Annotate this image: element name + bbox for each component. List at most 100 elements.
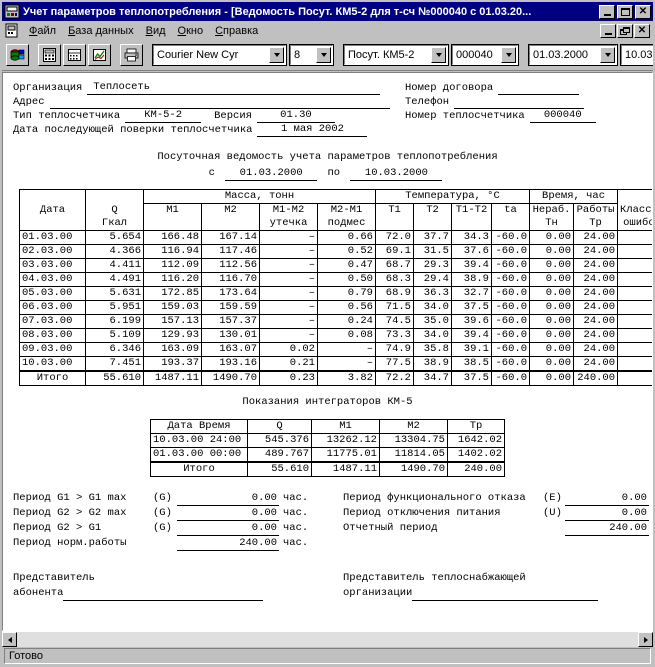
cell-date: 04.03.00 <box>19 272 86 287</box>
organization-value[interactable]: Теплосеть <box>87 81 381 95</box>
close-button[interactable]: ✕ <box>635 4 651 19</box>
cell-date: 07.03.00 <box>19 314 86 329</box>
col-head-t2: Т2 <box>413 203 452 217</box>
print-icon[interactable] <box>120 44 143 66</box>
contract-value[interactable] <box>498 81 580 95</box>
meter-number-label: Номер теплосчетчика <box>405 110 525 122</box>
date-from-combo[interactable]: 01.03.2000 <box>528 44 618 66</box>
period-label-g2g1: Период G2 > G1 <box>13 522 102 534</box>
header-row-meter-type: Тип теплосчетчика КМ-5-2 Версия 01.30 Но… <box>13 109 642 123</box>
col-group-time: Время, час <box>529 189 619 204</box>
table-row[interactable]: 01.03.00 5.654 166.48 167.14–0.66 72.0 37.7 34… <box>19 230 652 245</box>
cell-m2m1: 0.47 <box>317 258 376 273</box>
horizontal-scrollbar[interactable] <box>2 631 653 647</box>
report-to-label: по <box>327 167 341 179</box>
menu-bar: Файл База данных Вид Окно Справка ✕ <box>2 21 653 40</box>
child-restore-button[interactable] <box>617 23 633 38</box>
database-connect-icon[interactable] <box>6 44 29 66</box>
child-close-button[interactable]: ✕ <box>634 23 650 38</box>
cell-work: 24.00 <box>573 342 619 357</box>
col-head-t1t2: Т1-Т2 <box>451 203 492 217</box>
report-title: Посуточная ведомость учета параметров те… <box>157 151 498 163</box>
period-value-func-failure[interactable]: 0.00 <box>565 492 649 506</box>
cell-idle: 0.00 <box>529 272 575 287</box>
table-row[interactable]: 04.03.00 4.491 116.20 116.70–0.50 68.3 29.4 38… <box>19 272 652 287</box>
meter-number-combo[interactable]: 000040 <box>451 44 519 66</box>
cell-m2: 193.16 <box>201 356 260 372</box>
report-type-combo[interactable]: Посут. КМ5-2 <box>343 44 449 66</box>
cell-m2: 167.14 <box>201 230 260 245</box>
cell-m1: 172.85 <box>143 286 202 301</box>
menu-item-file[interactable]: Файл <box>23 23 62 39</box>
font-size-combo[interactable]: 8 <box>289 44 334 66</box>
menu-item-window[interactable]: Окно <box>172 23 210 39</box>
cell-m1: 129.93 <box>143 328 202 343</box>
meter-number-value[interactable]: 000040 <box>529 109 596 123</box>
date-to-combo[interactable]: 10.03.2000 <box>620 44 653 66</box>
list-item[interactable]: 10.03.00 24:00 545.376 13262.12 13304.75 164… <box>150 433 505 448</box>
period-value-normal[interactable]: 240.00 <box>177 537 279 551</box>
integrator-table-body: 10.03.00 24:00 545.376 13262.12 13304.75 164… <box>150 433 505 477</box>
scroll-track[interactable] <box>17 632 638 647</box>
version-value[interactable]: 01.30 <box>256 109 335 123</box>
cell-q: 5.631 <box>85 286 144 301</box>
table-row[interactable]: 02.03.00 4.366 116.94 117.46–0.52 69.1 31.5 37… <box>19 244 652 259</box>
int-cell-tp: 1402.02 <box>447 447 505 463</box>
report-to-value[interactable]: 10.03.2000 <box>350 167 443 181</box>
next-verification-value[interactable]: 1 мая 2002 <box>257 123 368 137</box>
cell-m1m2: – <box>259 244 318 259</box>
cell-idle: 0.00 <box>529 328 575 343</box>
document-icon[interactable] <box>4 23 19 38</box>
int-cell-m2: 11814.05 <box>379 447 448 463</box>
table-row[interactable]: 06.03.00 5.951 159.03 159.59–0.56 71.5 34.0 37… <box>19 300 652 315</box>
cell-work: 24.00 <box>573 328 619 343</box>
maximize-button[interactable] <box>617 4 633 19</box>
window-title: Учет параметров теплопотребления - [Ведо… <box>23 5 532 18</box>
phone-value[interactable] <box>454 95 585 109</box>
chevron-down-icon[interactable] <box>501 47 516 63</box>
scroll-right-button[interactable] <box>638 632 653 647</box>
col-group-temperature: Температура, °C <box>374 189 531 204</box>
col-subhead-work: Тр <box>573 217 619 231</box>
chart-icon[interactable] <box>88 44 111 66</box>
cell-q: 4.411 <box>85 258 144 273</box>
period-label-reporting: Отчетный период <box>343 522 438 534</box>
period-value-power-off[interactable]: 0.00 <box>565 507 649 521</box>
period-value-reporting[interactable]: 240.00 <box>565 522 649 536</box>
scroll-left-button[interactable] <box>2 632 17 647</box>
period-value-g1max[interactable]: 0.00 <box>177 492 279 506</box>
table-row[interactable]: 10.03.00 7.451 193.37 193.16 0.21–77.5 38.9 38… <box>19 356 652 372</box>
int-cell-q: 489.767 <box>247 447 312 463</box>
period-value-g2g1[interactable]: 0.00 <box>177 522 279 536</box>
cell-m1: 163.09 <box>143 342 202 357</box>
list-item[interactable]: 01.03.00 00:00 489.767 11775.01 11814.05 140… <box>150 447 505 463</box>
integrator-table-title: Показания интеграторов КМ-5 <box>242 396 413 408</box>
signature-subscriber-field[interactable] <box>63 587 264 601</box>
font-name-combo[interactable]: Courier New Cyr <box>152 44 287 66</box>
minimize-button[interactable] <box>599 4 615 19</box>
chevron-down-icon[interactable] <box>316 47 331 63</box>
table-row[interactable]: 07.03.00 6.199 157.13 157.37–0.24 74.5 35.0 39… <box>19 314 652 329</box>
table-grid-icon[interactable] <box>63 44 86 66</box>
chevron-down-icon[interactable] <box>431 47 446 63</box>
table-row[interactable]: 05.03.00 5.631 172.85 173.64–0.79 68.9 36.3 32… <box>19 286 652 301</box>
menu-item-view[interactable]: Вид <box>140 23 172 39</box>
cell-t1t2: 39.1 <box>451 342 492 357</box>
period-value-g2max[interactable]: 0.00 <box>177 507 279 521</box>
signature-supplier-field[interactable] <box>412 587 599 601</box>
chevron-down-icon[interactable] <box>600 47 615 63</box>
chevron-down-icon[interactable] <box>269 47 284 63</box>
table-row[interactable]: 03.03.00 4.411 112.09 112.56–0.47 68.7 29.3 39… <box>19 258 652 273</box>
report-icon[interactable] <box>38 44 61 66</box>
table-row[interactable]: 08.03.00 5.109 129.93 130.01–0.08 73.3 34.0 39… <box>19 328 652 343</box>
address-value[interactable] <box>49 95 390 109</box>
meter-type-value[interactable]: КМ-5-2 <box>125 109 202 123</box>
cell-date: 06.03.00 <box>19 300 86 315</box>
cell-idle: 0.00 <box>529 258 575 273</box>
menu-item-database[interactable]: База данных <box>62 23 140 39</box>
table-row[interactable]: 09.03.00 6.346 163.09 163.07 0.02–74.9 35.8 39… <box>19 342 652 357</box>
report-from-value[interactable]: 01.03.2000 <box>225 167 318 181</box>
period-label-normal: Период норм.работы <box>13 537 127 549</box>
child-minimize-button[interactable] <box>600 23 616 38</box>
menu-item-help[interactable]: Справка <box>209 23 264 39</box>
